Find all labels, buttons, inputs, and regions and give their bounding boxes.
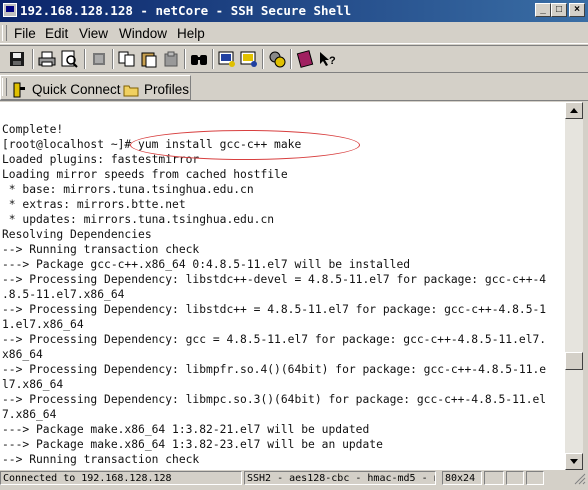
- close-icon: ×: [574, 4, 580, 15]
- paste-icon[interactable]: [140, 50, 158, 68]
- maximize-icon: □: [555, 4, 563, 15]
- settings-icon[interactable]: [268, 50, 286, 68]
- scroll-up-button[interactable]: [565, 102, 583, 119]
- scroll-thumb[interactable]: [565, 352, 583, 370]
- minimize-icon: _: [540, 4, 546, 15]
- toolbar-separator: [212, 49, 214, 69]
- terminal-line: * extras: mirrors.btte.net: [2, 198, 186, 211]
- terminal-line: --> Processing Dependency: libstdc++ = 4…: [2, 303, 547, 316]
- terminal-line: --> Running transaction check: [2, 243, 200, 256]
- toolbar-separator: [32, 49, 34, 69]
- terminal-line: Resolving Dependencies: [2, 228, 152, 241]
- toolbar: ?: [0, 45, 588, 73]
- connect-icon[interactable]: [90, 50, 108, 68]
- status-size: 80x24: [442, 471, 482, 485]
- ssh-app-icon[interactable]: [3, 3, 17, 17]
- folder-icon: [123, 82, 139, 98]
- context-help-icon[interactable]: ?: [318, 50, 336, 68]
- terminal-line: ---> Package gcc-c++.x86_64 0:4.8.5-11.e…: [2, 258, 411, 271]
- terminal-line: --> Processing Dependency: gcc = 4.8.5-1…: [2, 333, 547, 346]
- status-cipher: SSH2 - aes128-cbc - hmac-md5 - n: [244, 471, 436, 485]
- terminal-line: * updates: mirrors.tuna.tsinghua.edu.cn: [2, 213, 275, 226]
- maximize-button[interactable]: □: [551, 3, 567, 17]
- terminal-output[interactable]: Complete! [root@localhost ~]# yum install…: [0, 102, 565, 470]
- resize-grip-icon[interactable]: [572, 471, 586, 485]
- toolbar-separator: [84, 49, 86, 69]
- menu-grip[interactable]: [2, 25, 7, 41]
- find-icon[interactable]: [190, 50, 208, 68]
- status-indicator-2: [506, 471, 524, 485]
- terminal-line: .8.5-11.el7.x86_64: [2, 288, 125, 301]
- vertical-scrollbar[interactable]: [565, 102, 583, 470]
- copy-icon[interactable]: [118, 50, 136, 68]
- quick-connect-frame: Quick Connect Profiles: [0, 75, 191, 100]
- toolbar-separator: [112, 49, 114, 69]
- terminal-line: ---> Package make.x86_64 1:3.82-23.el7 w…: [2, 438, 383, 451]
- quick-connect-button[interactable]: Quick Connect: [11, 80, 121, 100]
- new-terminal-icon[interactable]: [218, 50, 236, 68]
- terminal-line: l7.x86_64: [2, 378, 64, 391]
- window-title: 192.168.128.128 - netCore - SSH Secure S…: [20, 3, 352, 18]
- terminal-line: --> Processing Dependency: libstdc++-dev…: [2, 273, 547, 286]
- terminal-line: 1.el7.x86_64: [2, 318, 84, 331]
- print-preview-icon[interactable]: [60, 50, 78, 68]
- quick-connect-label: Quick Connect: [32, 82, 121, 97]
- profiles-button[interactable]: Profiles: [123, 80, 189, 100]
- close-button[interactable]: ×: [569, 3, 585, 17]
- scroll-down-button[interactable]: [565, 453, 583, 470]
- help-book-icon[interactable]: [296, 50, 314, 68]
- terminal-line: --> Processing Dependency: libmpfr.so.4(…: [2, 363, 547, 376]
- terminal-line: Complete!: [2, 123, 64, 136]
- terminal-line: ---> Package make.x86_64 1:3.82-21.el7 w…: [2, 423, 370, 436]
- terminal-line: --> Running transaction check: [2, 453, 200, 466]
- menu-file[interactable]: File: [14, 26, 36, 41]
- menu-window[interactable]: Window: [119, 26, 167, 41]
- status-indicator-3: [526, 471, 544, 485]
- terminal-line: 7.x86_64: [2, 408, 57, 421]
- paste-selection-icon[interactable]: [162, 50, 180, 68]
- menu-edit[interactable]: Edit: [45, 26, 68, 41]
- terminal-line: Loading mirror speeds from cached hostfi…: [2, 168, 288, 181]
- menu-help[interactable]: Help: [177, 26, 205, 41]
- terminal-line: --> Processing Dependency: libmpc.so.3()…: [2, 393, 547, 406]
- terminal-line: * base: mirrors.tuna.tsinghua.edu.cn: [2, 183, 254, 196]
- svg-text:?: ?: [329, 55, 336, 67]
- profiles-label: Profiles: [144, 82, 190, 97]
- minimize-button[interactable]: _: [535, 3, 551, 17]
- file-transfer-icon[interactable]: [240, 50, 258, 68]
- toolbar-separator: [184, 49, 186, 69]
- status-bar: Connected to 192.168.128.128 SSH2 - aes1…: [0, 471, 588, 485]
- menu-view[interactable]: View: [79, 26, 108, 41]
- status-connection: Connected to 192.168.128.128: [0, 471, 242, 485]
- status-indicator-1: [484, 471, 504, 485]
- terminal-line: x86_64: [2, 348, 43, 361]
- red-ellipse-annotation: [130, 130, 360, 160]
- toolbar-separator: [290, 49, 292, 69]
- menu-bar: File Edit View Window Help: [0, 22, 588, 44]
- toolbar-separator: [262, 49, 264, 69]
- save-icon[interactable]: [8, 50, 26, 68]
- title-bar[interactable]: 192.168.128.128 - netCore - SSH Secure S…: [0, 0, 588, 22]
- print-icon[interactable]: [38, 50, 56, 68]
- quick-connect-icon: [11, 82, 27, 98]
